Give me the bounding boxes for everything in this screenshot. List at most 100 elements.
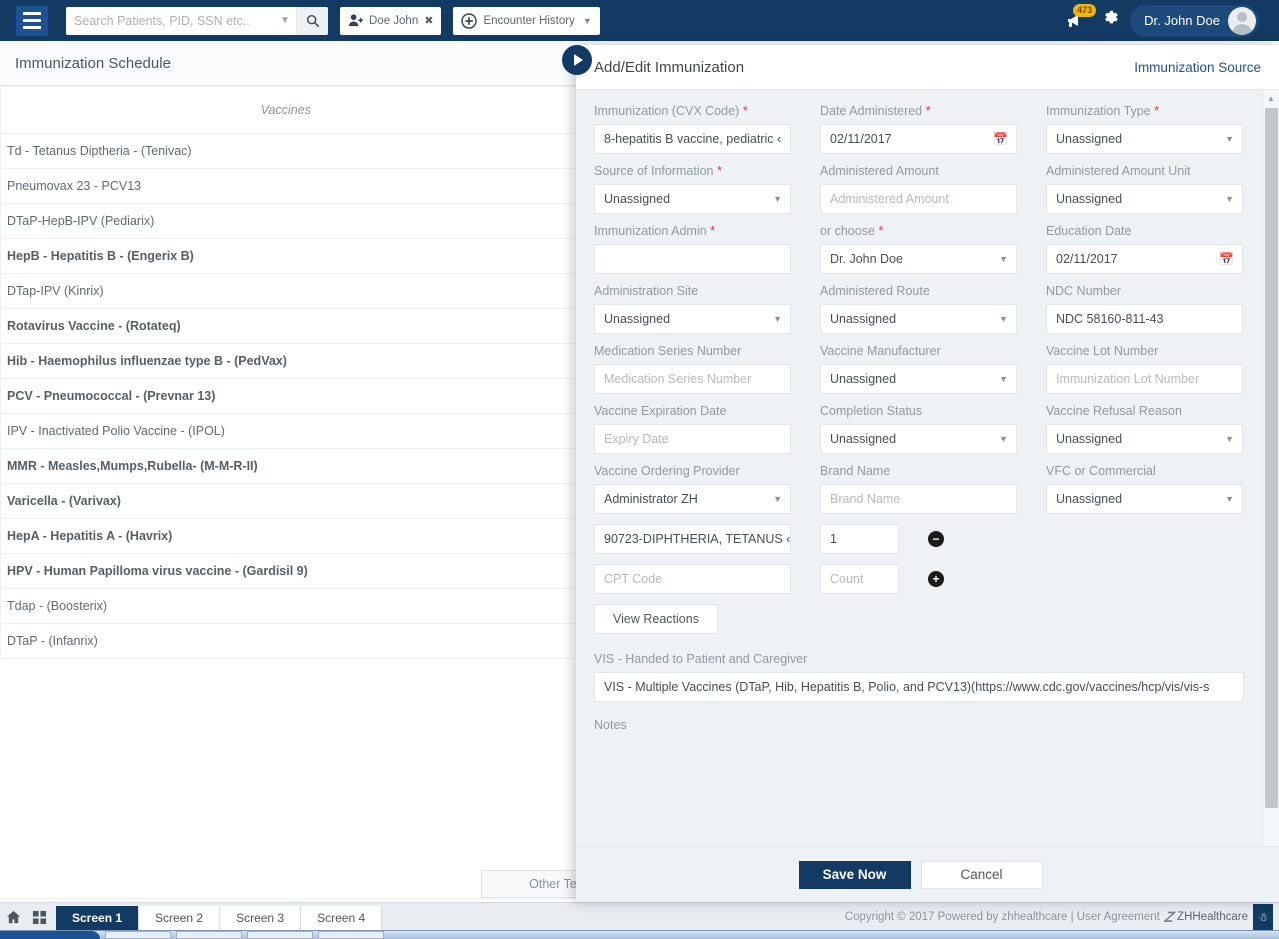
add-edit-immunization-modal: Add/Edit Immunization Immunization Sourc…: [576, 45, 1279, 902]
label-vaccine-manufacturer: Vaccine Manufacturer: [820, 344, 941, 358]
os-task-button[interactable]: [105, 931, 171, 939]
search-input[interactable]: [66, 6, 274, 35]
panel-toggle-arrow-icon[interactable]: [562, 45, 592, 75]
field-cpt-code-new: CPT Code: [594, 564, 791, 594]
cpt-code-input[interactable]: CPT Code: [594, 564, 791, 594]
field-cvx: Immunization (CVX Code) * 8-hepatitis B …: [594, 104, 791, 154]
label-completion-status: Completion Status: [820, 404, 923, 418]
education-date-input[interactable]: 02/11/2017 📅: [1046, 244, 1243, 274]
label-administered-amount: Administered Amount: [820, 164, 939, 178]
os-task-button[interactable]: [318, 931, 384, 939]
chevron-down-icon: ▼: [999, 374, 1008, 384]
cpt-count-input[interactable]: Count: [820, 564, 899, 594]
add-cpt-icon[interactable]: +: [928, 571, 944, 587]
save-now-button[interactable]: Save Now: [798, 860, 911, 889]
chevron-down-icon[interactable]: ▼: [583, 16, 592, 26]
person-add-icon: [348, 14, 363, 27]
label-vaccine-lot-number: Vaccine Lot Number: [1046, 344, 1159, 358]
label-source-of-information: Source of Information *: [594, 163, 723, 179]
field-immunization-admin: Immunization Admin *: [594, 224, 791, 274]
vis-input[interactable]: VIS - Multiple Vaccines (DTaP, Hib, Hepa…: [594, 672, 1244, 702]
close-icon[interactable]: ✖: [424, 14, 433, 27]
home-icon[interactable]: [0, 904, 26, 930]
chevron-down-icon: ▼: [773, 314, 782, 324]
grid-icon[interactable]: [26, 904, 52, 930]
vaccine-refusal-reason-select[interactable]: Unassigned ▼: [1046, 424, 1243, 454]
field-cpt-existing: 90723-DIPHTHERIA, TETANUS ‹: [594, 524, 791, 554]
ndc-number-input[interactable]: NDC 58160-811-43: [1046, 304, 1243, 334]
modal-scrollbar[interactable]: ▲ ▼: [1262, 90, 1279, 857]
gear-icon[interactable]: [1100, 8, 1120, 33]
chevron-down-icon[interactable]: ▼: [274, 7, 296, 35]
calendar-icon[interactable]: 📅: [1219, 252, 1234, 266]
screens-taskbar: Screen 1 Screen 2 Screen 3 Screen 4 Copyrig…: [0, 902, 1279, 930]
source-of-information-select[interactable]: Unassigned ▼: [594, 184, 791, 214]
user-menu[interactable]: Dr. John Doe: [1130, 4, 1259, 37]
label-ndc-number: NDC Number: [1046, 284, 1122, 298]
vaccine-name-cell: Hib - Haemophilus influenzae type B - (P…: [0, 343, 572, 379]
immunization-source-link[interactable]: Immunization Source: [1134, 60, 1261, 75]
scrollbar-thumb[interactable]: [1265, 108, 1278, 808]
completion-status-select[interactable]: Unassigned ▼: [820, 424, 1017, 454]
field-administration-site: Administration Site Unassigned ▼: [594, 284, 791, 334]
brand-name-input[interactable]: Brand Name: [820, 484, 1017, 514]
medication-series-number-input[interactable]: Medication Series Number: [594, 364, 791, 394]
patient-chip[interactable]: Doe John ✖: [340, 6, 442, 35]
label-vaccine-ordering-provider: Vaccine Ordering Provider: [594, 464, 740, 478]
screen-tab-screen-3[interactable]: Screen 3: [220, 906, 302, 930]
cpt-existing-input[interactable]: 90723-DIPHTHERIA, TETANUS ‹: [594, 524, 791, 554]
date-administered-input[interactable]: 02/11/2017 📅: [820, 124, 1017, 154]
vaccine-name-cell: Varicella - (Varivax): [0, 483, 572, 519]
calendar-icon[interactable]: 📅: [993, 132, 1008, 146]
vaccine-name-cell: HepA - Hepatitis A - (Havrix): [0, 518, 572, 554]
administration-site-select[interactable]: Unassigned ▼: [594, 304, 791, 334]
scroll-up-icon[interactable]: ▲: [1263, 90, 1279, 106]
cpt-existing-count-input[interactable]: 1: [820, 524, 899, 554]
administered-amount-input[interactable]: Administered Amount: [820, 184, 1017, 214]
vaccine-name-cell: Td - Tetanus Diptheria - (Tenivac): [0, 133, 572, 169]
immunization-admin-input[interactable]: [594, 244, 791, 274]
field-education-date: Education Date 02/11/2017 📅: [1046, 224, 1243, 274]
remove-cpt-icon[interactable]: −: [928, 531, 944, 547]
screen-tab-screen-4[interactable]: Screen 4: [301, 906, 383, 930]
cvx-input[interactable]: 8-hepatitis B vaccine, pediatric ‹: [594, 124, 791, 154]
label-immunization-admin: Immunization Admin *: [594, 223, 716, 239]
vfc-or-commercial-select[interactable]: Unassigned ▼: [1046, 484, 1243, 514]
screen-tab-screen-1[interactable]: Screen 1: [56, 906, 140, 930]
administered-route-select[interactable]: Unassigned ▼: [820, 304, 1017, 334]
modal-footer: Save Now Cancel: [576, 846, 1279, 902]
form-row-2: Source of Information * Unassigned ▼ Adm…: [594, 164, 1261, 214]
os-task-button[interactable]: [247, 931, 313, 939]
os-start-button[interactable]: [0, 931, 100, 939]
or-choose-select[interactable]: Dr. John Doe ▼: [820, 244, 1017, 274]
view-reactions-button[interactable]: View Reactions: [594, 604, 718, 634]
label-vfc-or-commercial: VFC or Commercial: [1046, 464, 1156, 478]
vaccine-manufacturer-select[interactable]: Unassigned ▼: [820, 364, 1017, 394]
accessibility-icon[interactable]: ☃: [1253, 904, 1273, 930]
form-row-3: Immunization Admin * or choose * Dr. Joh…: [594, 224, 1261, 274]
immunization-type-select[interactable]: Unassigned ▼: [1046, 124, 1243, 154]
chevron-down-icon: ▼: [1225, 434, 1234, 444]
hamburger-menu-icon[interactable]: [16, 5, 48, 36]
encounter-history-chip[interactable]: Encounter History ▼: [453, 6, 600, 35]
zh-logo: Z ZHHealthcare: [1163, 909, 1248, 926]
notifications-button[interactable]: 473: [1064, 3, 1097, 34]
os-taskbar: [0, 930, 1279, 939]
cancel-button[interactable]: Cancel: [920, 860, 1043, 889]
column-header-vaccines: Vaccines: [0, 86, 572, 134]
vaccine-ordering-provider-select[interactable]: Administrator ZH ▼: [594, 484, 791, 514]
administered-amount-unit-select[interactable]: Unassigned ▼: [1046, 184, 1243, 214]
label-vaccine-expiration-date: Vaccine Expiration Date: [594, 404, 727, 418]
search-icon[interactable]: [296, 6, 328, 35]
field-cpt-existing-count: 1: [820, 524, 899, 554]
patient-chip-label: Doe John: [369, 14, 419, 27]
cpt-new-row: CPT Code Count +: [594, 564, 1261, 594]
os-task-button[interactable]: [176, 931, 242, 939]
field-cpt-count-new: Count: [820, 564, 899, 594]
vaccine-name-cell: HepB - Hepatitis B - (Engerix B): [0, 238, 572, 274]
vaccine-lot-number-input[interactable]: Immunization Lot Number: [1046, 364, 1243, 394]
screen-tab-screen-2[interactable]: Screen 2: [139, 906, 221, 930]
vaccine-expiration-date-input[interactable]: Expiry Date: [594, 424, 791, 454]
modal-body: Immunization (CVX Code) * 8-hepatitis B …: [576, 90, 1279, 857]
chevron-down-icon: ▼: [1225, 134, 1234, 144]
